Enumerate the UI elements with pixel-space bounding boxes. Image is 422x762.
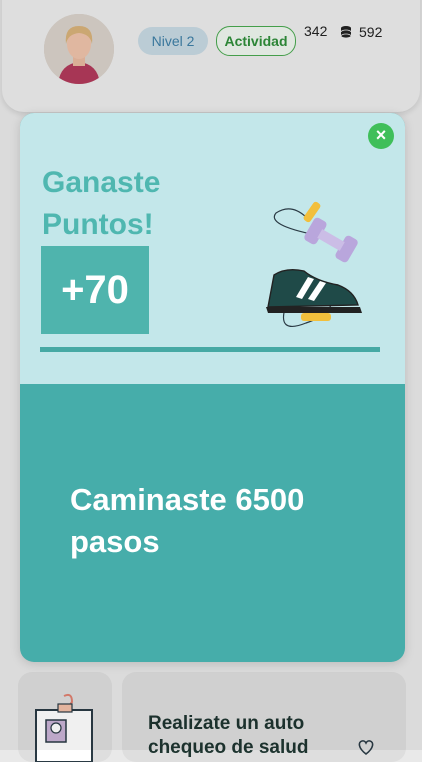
points-value: +70 xyxy=(41,246,149,334)
modal-title: Ganaste Puntos! xyxy=(42,166,161,241)
activity-message: Caminaste 6500 pasos xyxy=(70,482,305,559)
points-modal: × Ganaste Puntos! +70 Caminaste 6500 pas… xyxy=(20,113,405,662)
modal-top-section: × Ganaste Puntos! +70 xyxy=(20,113,405,384)
progress-bar xyxy=(40,347,380,352)
progress-bar-fill xyxy=(40,347,380,352)
close-button[interactable]: × xyxy=(368,123,394,149)
sneaker-dumbbell-illustration xyxy=(266,201,362,327)
